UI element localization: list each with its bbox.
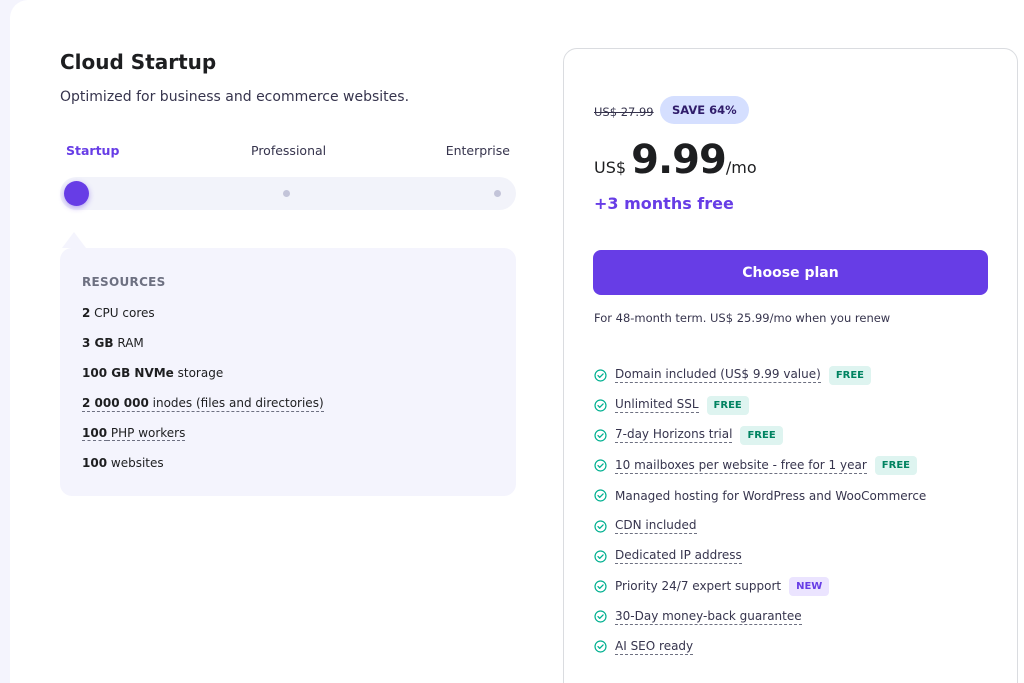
resource-websites: 100 websites <box>82 456 164 470</box>
feature-item: Domain included (US$ 9.99 value) FREE <box>594 360 1004 390</box>
free-badge: FREE <box>828 365 872 385</box>
tier-slider-handle[interactable] <box>64 181 89 206</box>
feature-list: Domain included (US$ 9.99 value) FREE Unli… <box>594 360 1004 662</box>
resource-php-workers[interactable]: 100 PHP workers <box>82 426 186 441</box>
feature-item: AI SEO ready <box>594 632 1004 662</box>
new-badge: NEW <box>789 576 830 596</box>
feature-item: Dedicated IP address <box>594 541 1004 571</box>
plan-title: Cloud Startup <box>60 50 217 74</box>
feature-item: 7-day Horizons trial FREE <box>594 420 1004 450</box>
feature-item: 10 mailboxes per website - free for 1 ye… <box>594 451 1004 481</box>
check-circle-icon <box>594 399 607 412</box>
tier-label-startup[interactable]: Startup <box>66 143 119 158</box>
resource-ram: 3 GB RAM <box>82 336 144 350</box>
check-circle-icon <box>594 610 607 623</box>
check-circle-icon <box>594 489 607 502</box>
tier-label-enterprise[interactable]: Enterprise <box>446 143 510 158</box>
resource-cpu: 2 CPU cores <box>82 306 155 320</box>
resource-storage: 100 GB NVMe storage <box>82 366 223 380</box>
check-circle-icon <box>594 519 607 533</box>
feature-text[interactable]: 7-day Horizons trial <box>615 427 733 444</box>
bonus-months: +3 months free <box>594 194 734 213</box>
price-currency: US$ <box>594 158 627 177</box>
feature-text: Priority 24/7 expert support <box>615 579 782 594</box>
resource-ram-value: 3 GB <box>82 336 114 350</box>
resource-storage-label: storage <box>173 366 224 380</box>
old-price: US$ 27.99 <box>594 105 654 119</box>
price: US$ 9.99/mo <box>594 137 757 187</box>
feature-item: Managed hosting for WordPress and WooCom… <box>594 481 1004 511</box>
term-note: For 48-month term. US$ 25.99/mo when you… <box>594 311 891 325</box>
resources-panel: RESOURCES 2 CPU cores 3 GB RAM 100 GB NV… <box>60 248 516 496</box>
pricing-panel: US$ 27.99 SAVE 64% US$ 9.99/mo +3 months… <box>563 48 1018 683</box>
choose-plan-button[interactable]: Choose plan <box>593 250 988 295</box>
feature-text[interactable]: 30-Day money-back guarantee <box>615 609 802 625</box>
feature-item: Priority 24/7 expert support NEW <box>594 571 1004 601</box>
feature-item: CDN included <box>594 511 1004 541</box>
check-circle-icon <box>594 369 607 382</box>
resource-inodes[interactable]: 2 000 000 inodes (files and directories) <box>82 396 324 412</box>
feature-text[interactable]: Domain included (US$ 9.99 value) <box>615 367 821 384</box>
resource-inodes-label: inodes (files and directories) <box>148 396 324 410</box>
resource-websites-label: websites <box>107 456 164 470</box>
price-period: /mo <box>725 158 757 177</box>
feature-text[interactable]: Unlimited SSL <box>615 397 699 414</box>
resource-storage-value: 100 GB NVMe <box>82 366 174 380</box>
tier-slider[interactable] <box>60 177 516 210</box>
resource-php-workers-label: PHP workers <box>107 426 186 441</box>
free-badge: FREE <box>874 456 917 476</box>
price-amount: 9.99 <box>631 137 727 183</box>
feature-text[interactable]: Dedicated IP address <box>615 548 742 565</box>
tier-label-professional[interactable]: Professional <box>251 143 326 158</box>
resource-ram-label: RAM <box>113 336 144 350</box>
tier-slider-stop-enterprise[interactable] <box>494 190 501 197</box>
feature-item: Unlimited SSL FREE <box>594 390 1004 420</box>
free-badge: FREE <box>706 395 749 415</box>
check-circle-icon <box>594 550 607 563</box>
resource-websites-value: 100 <box>82 456 108 470</box>
feature-text: Managed hosting for WordPress and WooCom… <box>615 488 927 503</box>
resources-pointer <box>62 232 86 248</box>
feature-item: 30-Day money-back guarantee <box>594 602 1004 632</box>
free-badge: FREE <box>740 425 783 445</box>
save-badge: SAVE 64% <box>660 96 749 124</box>
check-circle-icon <box>594 429 607 442</box>
plan-subtitle: Optimized for business and ecommerce web… <box>60 89 410 105</box>
resource-php-workers-value: 100 <box>82 426 108 441</box>
check-circle-icon <box>594 640 607 653</box>
tier-labels: Startup Professional Enterprise <box>60 143 516 163</box>
resource-inodes-value: 2 000 000 <box>82 396 149 410</box>
feature-text[interactable]: 10 mailboxes per website - free for 1 ye… <box>615 458 867 474</box>
feature-text[interactable]: CDN included <box>615 518 697 535</box>
tier-slider-stop-professional[interactable] <box>283 190 290 197</box>
check-circle-icon <box>594 459 607 472</box>
resource-cpu-label: CPU cores <box>90 306 155 320</box>
resources-heading: RESOURCES <box>82 275 166 289</box>
check-circle-icon <box>594 580 607 593</box>
feature-text[interactable]: AI SEO ready <box>615 639 694 655</box>
